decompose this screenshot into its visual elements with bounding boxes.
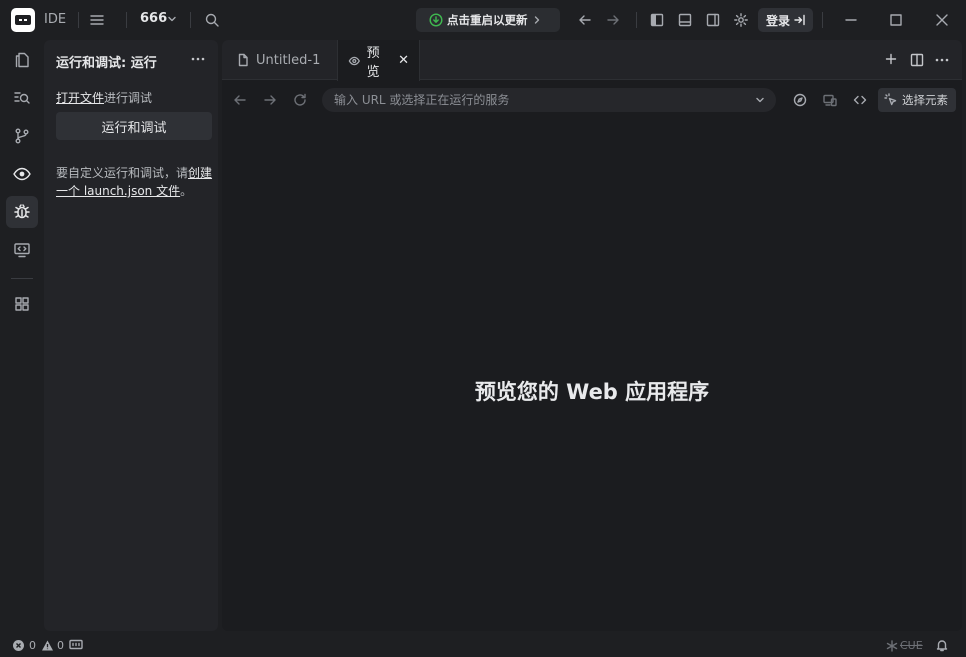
forward-arrow-icon[interactable] — [262, 92, 278, 108]
refresh-icon[interactable] — [292, 92, 308, 108]
menu-icon[interactable] — [89, 12, 105, 28]
run-and-debug-button[interactable]: 运行和调试 — [56, 112, 212, 140]
project-name[interactable]: 666 — [140, 11, 167, 26]
compass-icon[interactable] — [792, 92, 808, 108]
url-input[interactable] — [322, 88, 776, 112]
more-actions-icon[interactable] — [189, 50, 207, 68]
chevron-down-icon[interactable] — [754, 94, 766, 106]
customize-hint: 要自定义运行和调试，请创建一个 launch.json 文件。 — [56, 164, 216, 200]
close-window-icon[interactable] — [934, 12, 950, 28]
select-element-button[interactable]: 选择元素 — [878, 88, 956, 112]
code-icon[interactable] — [852, 92, 868, 108]
status-cue[interactable]: CUE — [900, 639, 923, 652]
tab-bar: Untitled-1 预览 ✕ — [222, 40, 962, 81]
search-icon[interactable] — [204, 12, 220, 28]
chevron-down-icon[interactable] — [166, 13, 178, 25]
warning-count[interactable]: 0 — [57, 639, 64, 652]
select-element-label: 选择元素 — [902, 93, 948, 107]
device-toggle-icon[interactable] — [822, 92, 838, 108]
open-file-suffix: 进行调试 — [104, 91, 153, 105]
error-count[interactable]: 0 — [29, 639, 36, 652]
sync-icon[interactable] — [886, 640, 898, 652]
remote-monitor-icon[interactable] — [6, 234, 38, 266]
pointer-select-icon — [884, 93, 897, 106]
toggle-bottom-panel-icon[interactable] — [677, 12, 693, 28]
panel-title: 运行和调试: 运行 — [56, 56, 157, 71]
explorer-icon[interactable] — [6, 44, 38, 76]
file-icon — [238, 53, 248, 67]
close-tab-icon[interactable]: ✕ — [398, 53, 409, 68]
tab-preview[interactable]: 预览 ✕ — [337, 40, 420, 81]
editor-area: Untitled-1 预览 ✕ 输入 URL 或选择正在运行的服务 选择元素 预… — [222, 40, 962, 631]
activity-bar — [0, 40, 44, 633]
status-bar: 0 0 CUE — [0, 633, 966, 657]
add-icon[interactable] — [884, 52, 898, 66]
settings-gear-icon[interactable] — [733, 12, 749, 28]
browser-toolbar: 选择元素 — [222, 80, 962, 120]
more-actions-icon[interactable] — [934, 52, 950, 68]
extensions-icon[interactable] — [6, 288, 38, 320]
download-circle-icon — [429, 13, 443, 27]
forward-arrow-icon[interactable] — [605, 12, 621, 28]
warning-icon[interactable] — [41, 639, 54, 652]
customize-suffix: 。 — [180, 184, 193, 198]
login-label: 登录 — [766, 14, 791, 28]
notification-bell-icon[interactable] — [935, 638, 949, 652]
split-editor-icon[interactable] — [909, 52, 925, 68]
source-control-icon[interactable] — [6, 120, 38, 152]
open-file-line: 打开文件进行调试 — [56, 89, 152, 106]
preview-eye-icon[interactable] — [6, 158, 38, 190]
toggle-right-panel-icon[interactable] — [705, 12, 721, 28]
run-debug-panel: 运行和调试: 运行 打开文件进行调试 运行和调试 要自定义运行和调试，请创建一个… — [44, 40, 218, 631]
maximize-icon[interactable] — [888, 12, 904, 28]
update-label: 点击重启以更新 — [447, 13, 528, 27]
toggle-left-panel-icon[interactable] — [649, 12, 665, 28]
tab-label: Untitled-1 — [256, 52, 321, 68]
eye-icon — [348, 56, 360, 65]
open-file-link[interactable]: 打开文件 — [56, 91, 104, 105]
preview-heading: 预览您的 Web 应用程序 — [474, 380, 710, 404]
title-bar: IDE 666 点击重启以更新 登录 — [0, 0, 966, 40]
login-arrow-icon — [794, 14, 806, 26]
back-arrow-icon[interactable] — [577, 12, 593, 28]
ports-icon[interactable] — [69, 639, 83, 651]
chevron-right-icon — [532, 14, 542, 26]
search-files-icon[interactable] — [6, 82, 38, 114]
customize-prefix: 要自定义运行和调试，请 — [56, 166, 189, 180]
error-icon[interactable] — [12, 639, 25, 652]
back-arrow-icon[interactable] — [232, 92, 248, 108]
tab-label: 预览 — [366, 45, 380, 80]
app-name: IDE — [44, 12, 67, 27]
tab-untitled[interactable]: Untitled-1 — [226, 40, 336, 80]
app-logo[interactable] — [11, 8, 35, 32]
debug-icon[interactable] — [6, 196, 38, 228]
minimize-icon[interactable] — [843, 12, 859, 28]
